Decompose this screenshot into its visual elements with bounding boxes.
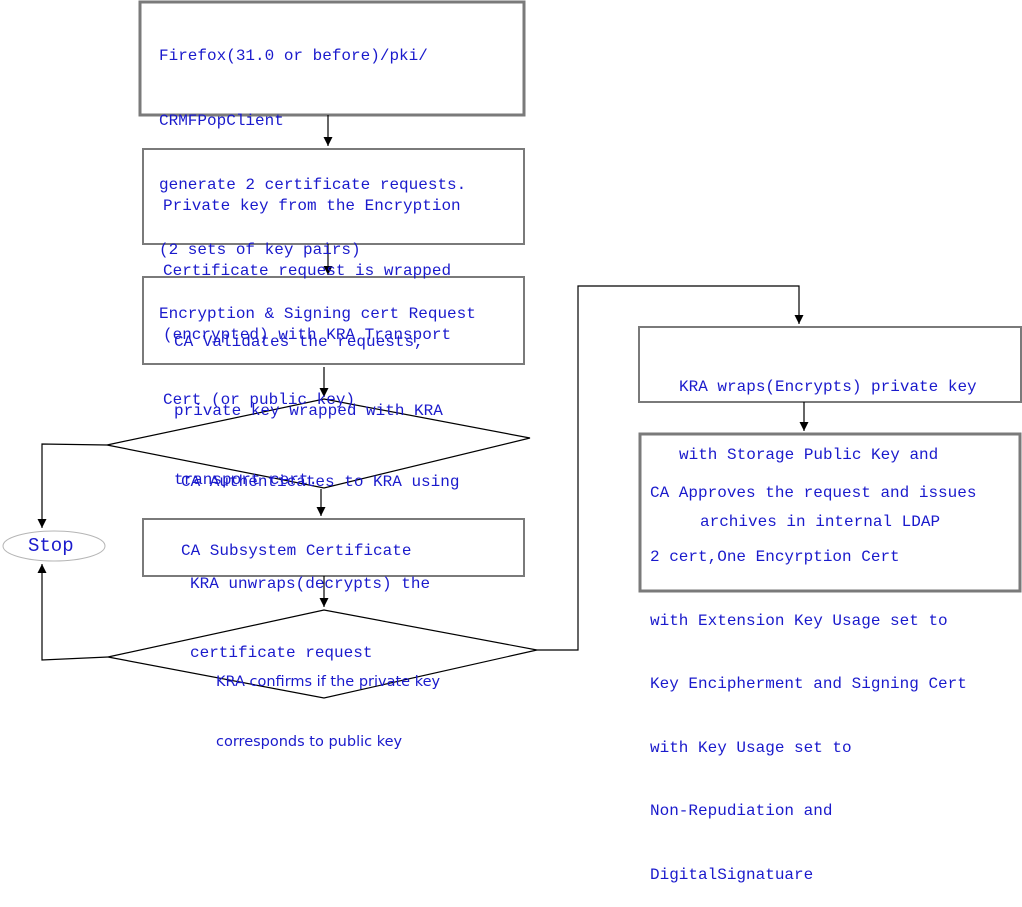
decision2-line: corresponds to public key bbox=[216, 734, 403, 750]
step1-line: CRMFPopClient bbox=[159, 111, 284, 130]
decision1-line: CA Authenticates to KRA using bbox=[181, 473, 460, 491]
decision2-line: KRA confirms if the private key bbox=[216, 674, 441, 690]
step6-line: Non-Repudiation and bbox=[650, 802, 833, 821]
step6-text: CA Approves the request and issues 2 cer… bbox=[650, 441, 976, 907]
step6-line: Key Encipherment and Signing Cert bbox=[650, 675, 967, 694]
step6-line: with Extension Key Usage set to bbox=[650, 611, 948, 630]
step2-line: Certificate request is wrapped bbox=[163, 261, 452, 280]
decision2-text: KRA confirms if the private key correspo… bbox=[216, 632, 440, 772]
stop-label: Stop bbox=[28, 535, 74, 557]
step5-line: KRA wraps(Encrypts) private key bbox=[679, 378, 977, 396]
step2-line: Private key from the Encryption bbox=[163, 197, 461, 215]
step1-line: Firefox(31.0 or before)/pki/ bbox=[159, 47, 428, 65]
step6-line: 2 cert,One Encyrption Cert bbox=[650, 548, 900, 567]
step6-line: CA Approves the request and issues bbox=[650, 484, 977, 503]
step3-line: CA Validates the requests, bbox=[174, 333, 424, 351]
step4-line: KRA unwraps(decrypts) the bbox=[190, 575, 431, 593]
connector-decision2-stop bbox=[37, 564, 109, 661]
step3-line: private key wrapped with KRA bbox=[174, 402, 443, 420]
connector-decision1-stop bbox=[37, 443, 108, 528]
step6-line: DigitalSignatuare bbox=[650, 866, 814, 885]
step6-line: with Key Usage set to bbox=[650, 738, 852, 757]
